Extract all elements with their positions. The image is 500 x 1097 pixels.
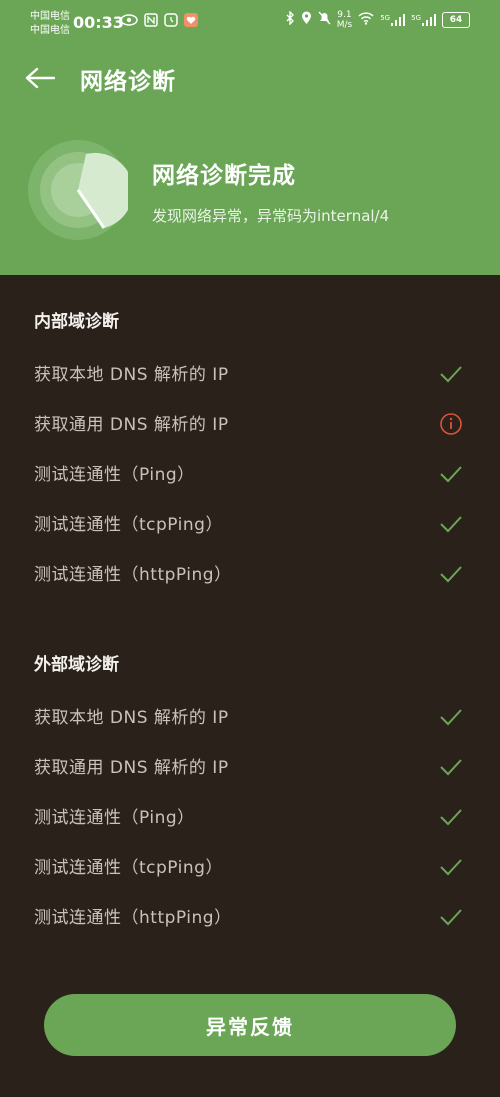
result-title: 网络诊断完成 — [152, 163, 296, 189]
page-title: 网络诊断 — [80, 69, 176, 95]
item-label: 测试连通性（Ping） — [34, 808, 195, 828]
item-label: 测试连通性（httpPing） — [34, 565, 232, 585]
item-label: 获取本地 DNS 解析的 IP — [34, 708, 229, 728]
wifi-icon — [358, 11, 374, 29]
item-label: 获取通用 DNS 解析的 IP — [34, 415, 229, 435]
list-item: 获取本地 DNS 解析的 IP — [0, 691, 500, 741]
signal-2-icon: 5G — [411, 14, 436, 26]
item-label: 获取通用 DNS 解析的 IP — [34, 758, 229, 778]
item-label: 测试连通性（Ping） — [34, 465, 195, 485]
mute-icon — [318, 11, 331, 29]
section-title-external: 外部域诊断 — [34, 655, 119, 675]
check-icon — [437, 903, 465, 931]
system-icons: 9.1 M/s 5G 5G 64 — [285, 10, 470, 30]
status-bar: 中国电信 中国电信 00:33 9.1 M/s 5G 5G 64 — [0, 0, 500, 44]
arrow-left-icon — [25, 67, 55, 89]
item-label: 获取本地 DNS 解析的 IP — [34, 365, 229, 385]
clock: 00:33 — [73, 13, 124, 32]
carrier-1: 中国电信 — [30, 11, 70, 22]
check-icon — [437, 360, 465, 388]
speed-value: 9.1 — [337, 10, 352, 20]
check-icon — [437, 460, 465, 488]
list-item: 测试连通性（Ping） — [0, 448, 500, 498]
speed-unit: M/s — [336, 20, 353, 30]
item-label: 测试连通性（tcpPing） — [34, 515, 223, 535]
carrier-info: 中国电信 中国电信 — [30, 10, 70, 38]
back-button[interactable] — [22, 60, 58, 96]
check-icon — [437, 510, 465, 538]
notification-icons — [120, 13, 198, 31]
list-item: 测试连通性（tcpPing） — [0, 498, 500, 548]
location-icon — [301, 11, 312, 29]
carrier-2: 中国电信 — [30, 25, 70, 36]
list-item: 测试连通性（httpPing） — [0, 548, 500, 598]
section-title-internal: 内部域诊断 — [34, 312, 119, 332]
list-item: 测试连通性（httpPing） — [0, 891, 500, 941]
list-item: 测试连通性（tcpPing） — [0, 841, 500, 891]
item-label: 测试连通性（httpPing） — [34, 908, 232, 928]
check-icon — [437, 803, 465, 831]
item-label: 测试连通性（tcpPing） — [34, 858, 223, 878]
list-item: 获取通用 DNS 解析的 IP — [0, 398, 500, 448]
network-type-2: 5G — [411, 14, 421, 22]
check-icon — [437, 853, 465, 881]
list-item: 获取通用 DNS 解析的 IP — [0, 741, 500, 791]
radar-scan-icon — [28, 140, 134, 240]
check-icon — [437, 703, 465, 731]
alarm-icon — [164, 13, 178, 31]
app-header: 网络诊断 — [0, 50, 500, 106]
network-type-1: 5G — [380, 14, 391, 22]
result-subtitle: 发现网络异常，异常码为internal/4 — [152, 207, 390, 225]
eye-icon — [120, 13, 138, 31]
network-speed: 9.1 M/s — [337, 10, 353, 30]
list-item: 测试连通性（Ping） — [0, 791, 500, 841]
app-notification-icon — [184, 13, 198, 31]
nfc-icon — [144, 13, 158, 31]
error-info-icon — [437, 410, 465, 438]
feedback-button[interactable]: 异常反馈 — [44, 994, 456, 1056]
check-icon — [437, 753, 465, 781]
bluetooth-icon — [285, 10, 295, 29]
list-item: 获取本地 DNS 解析的 IP — [0, 348, 500, 398]
signal-1-icon: 5G — [380, 14, 406, 26]
battery-icon: 64 — [442, 12, 470, 28]
check-icon — [437, 560, 465, 588]
